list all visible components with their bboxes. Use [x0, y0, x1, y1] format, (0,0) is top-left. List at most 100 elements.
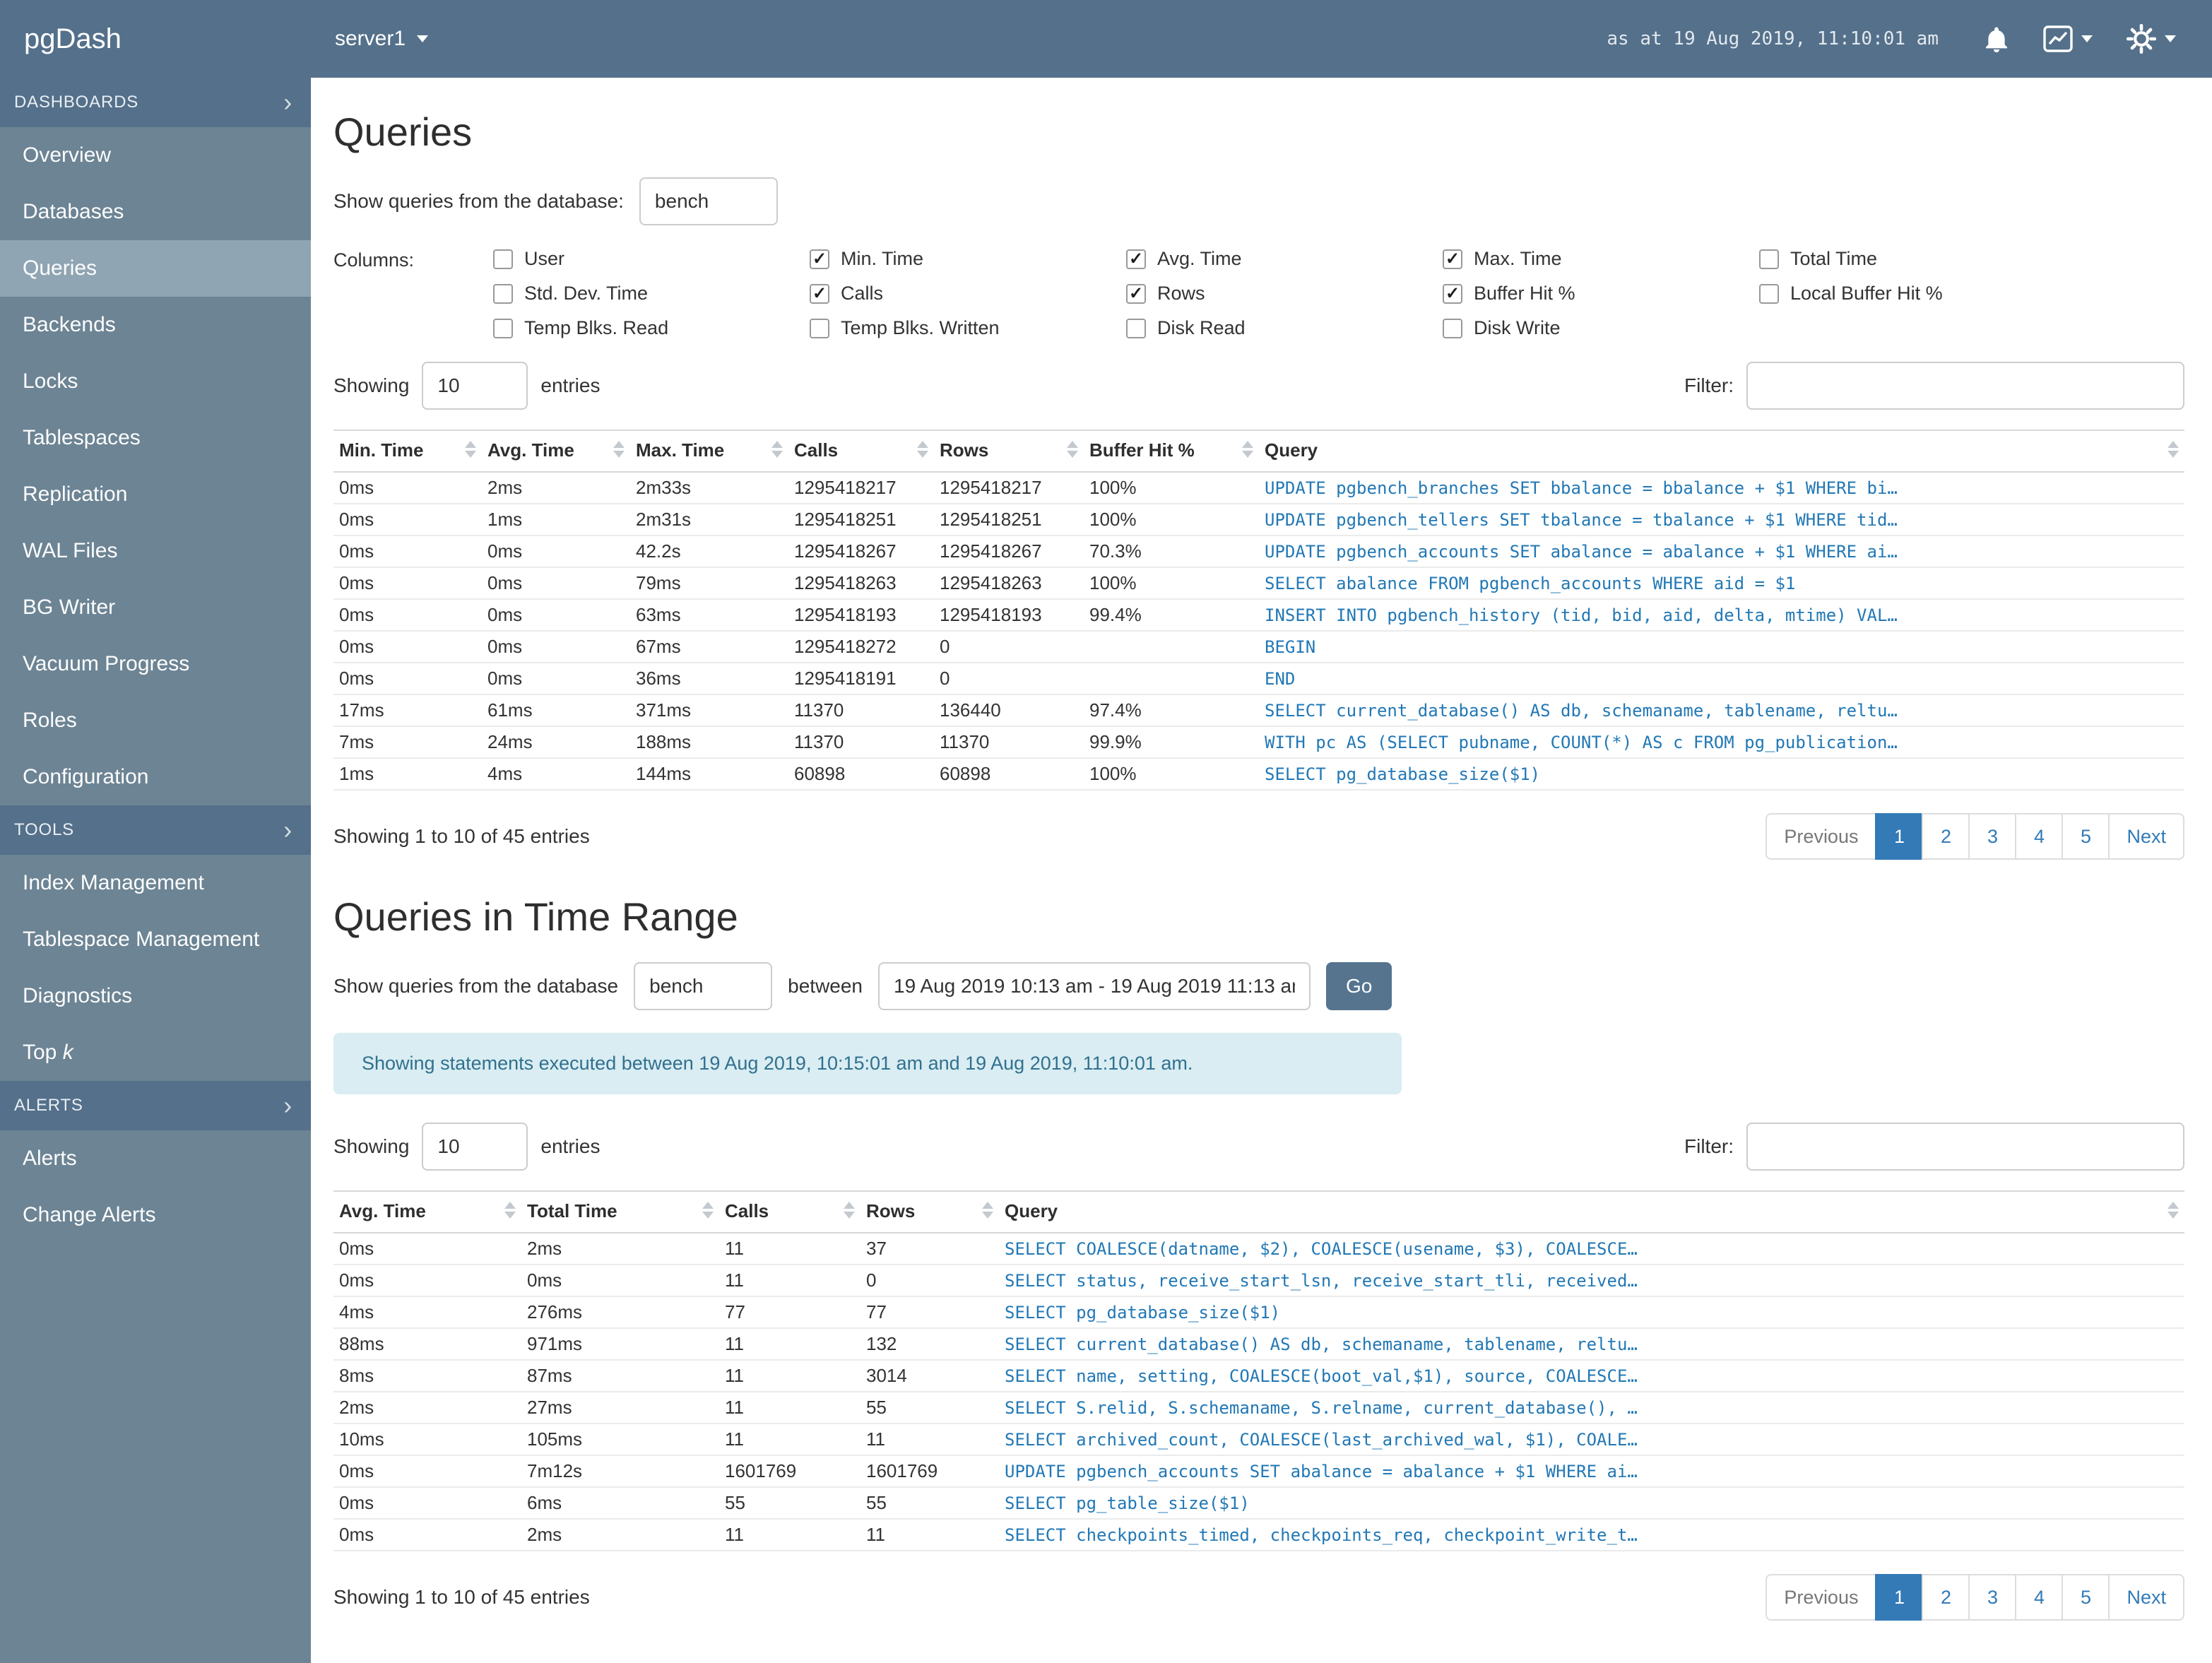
sort-icon[interactable] [2167, 441, 2179, 463]
table-row[interactable]: 0ms 2ms 2m33s 1295418217 1295418217 100% UPDAT… [333, 472, 2184, 504]
sidebar-item-index-management[interactable]: Index Management [0, 855, 311, 911]
column-checkbox-disk-read[interactable]: Disk Read [1126, 317, 1443, 339]
pagination-previous[interactable]: Previous [1766, 1574, 1877, 1621]
sidebar-item-replication[interactable]: Replication [0, 466, 311, 523]
query-cell[interactable]: SELECT name, setting, COALESCE(boot_val,… [999, 1359, 2184, 1392]
sort-icon[interactable] [613, 441, 625, 463]
filter-input[interactable] [1746, 1123, 2184, 1171]
sort-icon[interactable] [2167, 1202, 2179, 1224]
sort-icon[interactable] [504, 1202, 516, 1224]
sidebar-item-databases[interactable]: Databases [0, 184, 311, 240]
sidebar-item-tablespaces[interactable]: Tablespaces [0, 410, 311, 466]
entries-count-input[interactable] [422, 362, 528, 410]
query-cell[interactable]: UPDATE pgbench_accounts SET abalance = a… [999, 1455, 2184, 1487]
query-cell[interactable]: SELECT current_database() AS db, scheman… [999, 1327, 2184, 1360]
query-cell[interactable]: SELECT status, receive_start_lsn, receiv… [999, 1264, 2184, 1296]
sidebar-item-roles[interactable]: Roles [0, 692, 311, 749]
pagination-page-3[interactable]: 3 [1968, 1574, 2017, 1621]
table-row[interactable]: 8ms 87ms 11 3014 SELECT name, setting, COALE… [333, 1359, 2184, 1392]
sidebar-section-dashboards[interactable]: DASHBOARDS › [0, 78, 311, 127]
column-header-rows[interactable]: Rows [934, 430, 1084, 473]
pagination-page-5[interactable]: 5 [2062, 813, 2110, 860]
table-row[interactable]: 17ms 61ms 371ms 11370 136440 97.4% SELECT curr… [333, 694, 2184, 726]
brand-logo[interactable]: pgDash [0, 23, 311, 55]
settings-menu[interactable] [2127, 24, 2176, 54]
column-header-calls[interactable]: Calls [719, 1190, 860, 1233]
column-checkbox-temp-blks-read[interactable]: Temp Blks. Read [493, 317, 810, 339]
query-cell[interactable]: UPDATE pgbench_accounts SET abalance = a… [1259, 535, 2184, 567]
column-header-avg-time[interactable]: Avg. Time [482, 430, 630, 473]
pagination-next[interactable]: Next [2108, 813, 2184, 860]
query-cell[interactable]: SELECT checkpoints_timed, checkpoints_re… [999, 1518, 2184, 1551]
database-input[interactable] [639, 177, 778, 225]
column-header-query[interactable]: Query [1259, 430, 2184, 473]
table-row[interactable]: 0ms 2ms 11 37 SELECT COALESCE(datname, $2), … [333, 1233, 2184, 1265]
column-header-rows[interactable]: Rows [860, 1190, 999, 1233]
query-cell[interactable]: SELECT pg_database_size($1) [999, 1296, 2184, 1328]
column-checkbox-rows[interactable]: ✓ Rows [1126, 283, 1443, 304]
column-header-total-time[interactable]: Total Time [521, 1190, 719, 1233]
pagination-next[interactable]: Next [2108, 1574, 2184, 1621]
query-cell[interactable]: UPDATE pgbench_branches SET bbalance = b… [1259, 472, 2184, 504]
column-header-calls[interactable]: Calls [788, 430, 934, 473]
query-cell[interactable]: END [1259, 662, 2184, 694]
table-row[interactable]: 0ms 0ms 67ms 1295418272 0 BEGIN [333, 630, 2184, 663]
sidebar-item-backends[interactable]: Backends [0, 297, 311, 353]
charts-menu[interactable] [2043, 25, 2093, 52]
sidebar-item-vacuum-progress[interactable]: Vacuum Progress [0, 636, 311, 692]
pagination-page-1[interactable]: 1 [1875, 1574, 1924, 1621]
query-cell[interactable]: SELECT abalance FROM pgbench_accounts WH… [1259, 567, 2184, 599]
pagination-previous[interactable]: Previous [1766, 813, 1877, 860]
database-input[interactable] [634, 962, 773, 1010]
sidebar-item-bg-writer[interactable]: BG Writer [0, 579, 311, 636]
table-row[interactable]: 0ms 6ms 55 55 SELECT pg_table_size($1) [333, 1486, 2184, 1519]
sidebar-item-change-alerts[interactable]: Change Alerts [0, 1187, 311, 1243]
pagination-page-3[interactable]: 3 [1968, 813, 2017, 860]
column-checkbox-avg-time[interactable]: ✓ Avg. Time [1126, 248, 1443, 270]
column-checkbox-max-time[interactable]: ✓ Max. Time [1443, 248, 1759, 270]
query-cell[interactable]: UPDATE pgbench_tellers SET tbalance = tb… [1259, 503, 2184, 535]
pagination-page-5[interactable]: 5 [2062, 1574, 2110, 1621]
go-button[interactable]: Go [1326, 962, 1392, 1010]
column-header-query[interactable]: Query [999, 1190, 2184, 1233]
column-header-buffer-hit[interactable]: Buffer Hit % [1084, 430, 1259, 473]
sidebar-item-top[interactable]: Top k [0, 1024, 311, 1081]
column-checkbox-temp-blks-written[interactable]: Temp Blks. Written [810, 317, 1126, 339]
table-row[interactable]: 0ms 1ms 2m31s 1295418251 1295418251 100% UPDAT… [333, 503, 2184, 535]
sort-icon[interactable] [844, 1202, 855, 1224]
column-checkbox-local-buffer-hit[interactable]: Local Buffer Hit % [1759, 283, 2076, 304]
column-checkbox-user[interactable]: User [493, 248, 810, 270]
column-header-max-time[interactable]: Max. Time [630, 430, 788, 473]
table-row[interactable]: 2ms 27ms 11 55 SELECT S.relid, S.schemaname,… [333, 1391, 2184, 1424]
sort-icon[interactable] [917, 441, 928, 463]
table-row[interactable]: 0ms 0ms 63ms 1295418193 1295418193 99.4% INSER… [333, 598, 2184, 631]
column-header-min-time[interactable]: Min. Time [333, 430, 482, 473]
pagination-page-2[interactable]: 2 [1922, 813, 1970, 860]
pagination-page-1[interactable]: 1 [1875, 813, 1924, 860]
column-checkbox-buffer-hit[interactable]: ✓ Buffer Hit % [1443, 283, 1759, 304]
column-checkbox-total-time[interactable]: Total Time [1759, 248, 2076, 270]
sort-icon[interactable] [702, 1202, 714, 1224]
sidebar-item-wal-files[interactable]: WAL Files [0, 523, 311, 579]
sidebar-item-tablespace-management[interactable]: Tablespace Management [0, 911, 311, 968]
sidebar-item-diagnostics[interactable]: Diagnostics [0, 968, 311, 1024]
sort-icon[interactable] [1242, 441, 1253, 463]
query-cell[interactable]: INSERT INTO pgbench_history (tid, bid, a… [1259, 598, 2184, 631]
sidebar-item-alerts[interactable]: Alerts [0, 1130, 311, 1187]
table-row[interactable]: 0ms 2ms 11 11 SELECT checkpoints_timed, chec… [333, 1518, 2184, 1551]
table-row[interactable]: 4ms 276ms 77 77 SELECT pg_database_size($1) [333, 1296, 2184, 1328]
column-checkbox-min-time[interactable]: ✓ Min. Time [810, 248, 1126, 270]
entries-count-input[interactable] [422, 1123, 528, 1171]
query-cell[interactable]: SELECT archived_count, COALESCE(last_arc… [999, 1423, 2184, 1455]
sidebar-item-queries[interactable]: Queries [0, 240, 311, 297]
table-row[interactable]: 88ms 971ms 11 132 SELECT current_database() … [333, 1327, 2184, 1360]
table-row[interactable]: 0ms 7m12s 1601769 1601769 UPDATE pgbench_acc… [333, 1455, 2184, 1487]
column-checkbox-std-dev-time[interactable]: Std. Dev. Time [493, 283, 810, 304]
sidebar-section-tools[interactable]: TOOLS › [0, 805, 311, 855]
time-range-input[interactable] [878, 962, 1311, 1010]
notifications-bell-icon[interactable] [1984, 25, 2009, 52]
pagination-page-4[interactable]: 4 [2015, 813, 2064, 860]
table-row[interactable]: 0ms 0ms 79ms 1295418263 1295418263 100% SELECT… [333, 567, 2184, 599]
sidebar-section-alerts[interactable]: ALERTS › [0, 1081, 311, 1130]
column-header-avg-time[interactable]: Avg. Time [333, 1190, 521, 1233]
